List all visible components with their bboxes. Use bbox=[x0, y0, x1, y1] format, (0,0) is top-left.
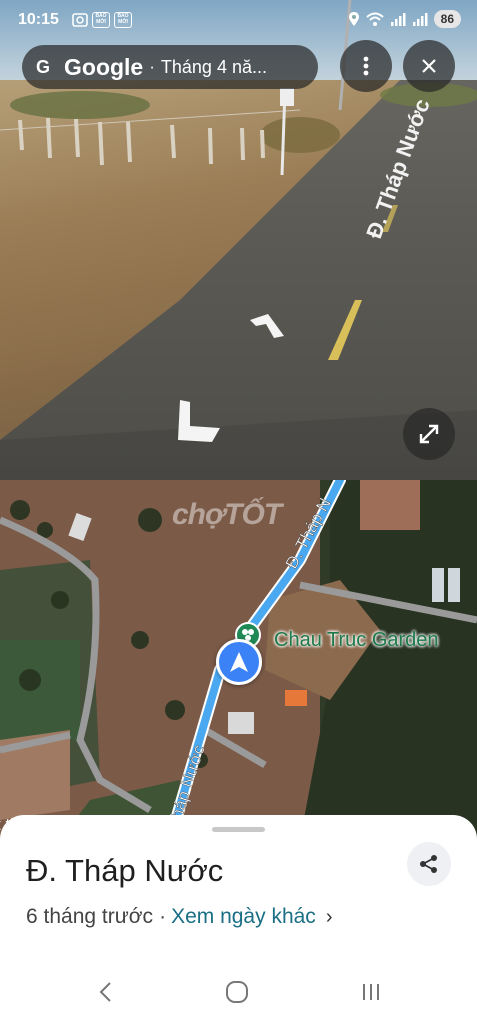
share-icon bbox=[420, 855, 437, 873]
status-icons: 86 bbox=[348, 10, 461, 28]
status-bar: 10:15 BÁO MỚI BÁO MỚI 86 bbox=[0, 0, 477, 40]
road-marking-text: Đ. Tháp Nước bbox=[361, 96, 435, 242]
capture-info: 6 tháng trước · Xem ngày khác › bbox=[26, 905, 332, 929]
home-button[interactable] bbox=[222, 978, 252, 1006]
move-forward-arrow[interactable] bbox=[248, 312, 286, 340]
capture-date: Tháng 4 nă... bbox=[160, 56, 267, 77]
capture-age: 6 tháng trước bbox=[26, 905, 154, 928]
chevron-right-icon[interactable]: › bbox=[326, 906, 333, 929]
back-icon bbox=[99, 982, 111, 1002]
place-label[interactable]: Chau Truc Garden bbox=[274, 629, 439, 652]
close-button[interactable] bbox=[403, 40, 455, 92]
chotot-watermark: chợTỐT bbox=[172, 498, 282, 531]
news-app-badge-icon: BÁO MỚI bbox=[114, 12, 132, 28]
news-app-badge-icon: BÁO MỚI bbox=[92, 12, 110, 28]
other-dates-link[interactable]: Xem ngày khác bbox=[171, 905, 316, 929]
move-back-arrow[interactable] bbox=[172, 396, 224, 446]
brand-label: Google bbox=[64, 53, 144, 80]
status-time: 10:15 bbox=[18, 11, 59, 28]
screenshot-icon bbox=[72, 13, 88, 27]
separator-dot: · bbox=[159, 905, 167, 928]
location-icon bbox=[348, 12, 359, 26]
google-g-icon: G bbox=[35, 56, 50, 77]
home-icon bbox=[226, 981, 248, 1003]
recents-icon bbox=[363, 984, 379, 1000]
more-options-button[interactable] bbox=[340, 40, 392, 92]
share-button[interactable] bbox=[407, 842, 451, 886]
recents-button[interactable] bbox=[356, 978, 386, 1006]
signal-2-icon bbox=[412, 13, 428, 26]
fullscreen-button[interactable] bbox=[403, 408, 455, 460]
navigation-arrow-icon bbox=[230, 652, 248, 672]
wifi-icon bbox=[365, 12, 384, 26]
drag-handle[interactable] bbox=[212, 827, 265, 832]
street-title: Đ. Tháp Nước bbox=[26, 853, 224, 888]
close-icon bbox=[422, 59, 436, 73]
title-separator: · bbox=[149, 57, 155, 76]
back-button[interactable] bbox=[90, 978, 120, 1006]
battery-indicator: 86 bbox=[433, 10, 461, 28]
signal-1-icon bbox=[390, 13, 406, 26]
expand-icon bbox=[419, 424, 439, 444]
current-location-marker bbox=[216, 639, 262, 685]
street-view-title-bar[interactable]: G Google · Tháng 4 nă... bbox=[22, 45, 318, 89]
system-nav-bar bbox=[0, 960, 477, 1024]
more-vert-icon bbox=[363, 56, 369, 76]
